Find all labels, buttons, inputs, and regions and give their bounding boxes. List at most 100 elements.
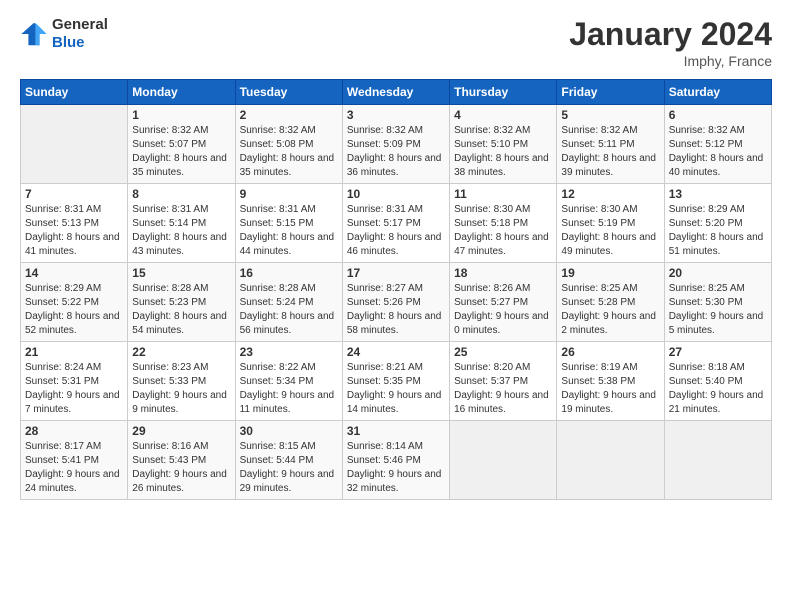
day-cell: 19Sunrise: 8:25 AMSunset: 5:28 PMDayligh… [557, 263, 664, 342]
day-number: 28 [25, 424, 123, 438]
day-number: 4 [454, 108, 552, 122]
day-cell: 21 Sunrise: 8:24 AMSunset: 5:31 PMDayligh… [21, 342, 128, 421]
day-info: Sunrise: 8:22 AMSunset: 5:34 PMDaylight:… [240, 361, 338, 417]
day-number: 14 [25, 266, 123, 280]
day-info: Sunrise: 8:26 AMSunset: 5:27 PMDaylight:… [454, 282, 552, 338]
day-cell: 2Sunrise: 8:32 AMSunset: 5:08 PMDaylight… [235, 105, 342, 184]
week-row-3: 14 Sunrise: 8:29 AMSunset: 5:22 PMDayligh… [21, 263, 772, 342]
day-info: Sunrise: 8:31 AMSunset: 5:14 PMDaylight:… [132, 203, 230, 259]
month-title: January 2024 [569, 16, 772, 53]
day-number: 24 [347, 345, 445, 359]
day-info: Sunrise: 8:29 AMSunset: 5:20 PMDaylight:… [669, 203, 767, 259]
day-info: Sunrise: 8:18 AMSunset: 5:40 PMDaylight:… [669, 361, 767, 417]
day-number: 1 [132, 108, 230, 122]
day-cell: 25Sunrise: 8:20 AMSunset: 5:37 PMDayligh… [450, 342, 557, 421]
day-info: Sunrise: 8:19 AMSunset: 5:38 PMDaylight:… [561, 361, 659, 417]
day-number: 19 [561, 266, 659, 280]
logo-icon [20, 20, 48, 48]
day-info: Sunrise: 8:31 AMSunset: 5:17 PMDaylight:… [347, 203, 445, 259]
day-info: Sunrise: 8:29 AMSunset: 5:22 PMDaylight:… [25, 282, 123, 338]
day-cell: 8 Sunrise: 8:31 AMSunset: 5:14 PMDaylight… [128, 184, 235, 263]
day-cell: 17 Sunrise: 8:27 AMSunset: 5:26 PMDayligh… [342, 263, 449, 342]
logo-text: General Blue [52, 16, 108, 52]
day-number: 12 [561, 187, 659, 201]
day-number: 20 [669, 266, 767, 280]
day-number: 13 [669, 187, 767, 201]
day-number: 18 [454, 266, 552, 280]
day-info: Sunrise: 8:14 AMSunset: 5:46 PMDaylight:… [347, 440, 445, 496]
day-number: 7 [25, 187, 123, 201]
day-number: 21 [25, 345, 123, 359]
day-number: 2 [240, 108, 338, 122]
day-number: 10 [347, 187, 445, 201]
day-cell: 5Sunrise: 8:32 AMSunset: 5:11 PMDaylight… [557, 105, 664, 184]
day-cell: 9 Sunrise: 8:31 AMSunset: 5:15 PMDaylight… [235, 184, 342, 263]
day-cell: 1 Sunrise: 8:32 AMSunset: 5:07 PMDaylight… [128, 105, 235, 184]
day-info: Sunrise: 8:28 AMSunset: 5:23 PMDaylight:… [132, 282, 230, 338]
location: Imphy, France [569, 53, 772, 69]
day-number: 9 [240, 187, 338, 201]
week-row-5: 28 Sunrise: 8:17 AMSunset: 5:41 PMDayligh… [21, 421, 772, 500]
day-info: Sunrise: 8:31 AMSunset: 5:15 PMDaylight:… [240, 203, 338, 259]
day-cell: 6 Sunrise: 8:32 AMSunset: 5:12 PMDaylight… [664, 105, 771, 184]
day-info: Sunrise: 8:15 AMSunset: 5:44 PMDaylight:… [240, 440, 338, 496]
col-sunday: Sunday [21, 80, 128, 105]
col-tuesday: Tuesday [235, 80, 342, 105]
day-info: Sunrise: 8:32 AMSunset: 5:12 PMDaylight:… [669, 124, 767, 180]
col-friday: Friday [557, 80, 664, 105]
day-cell: 22Sunrise: 8:23 AMSunset: 5:33 PMDayligh… [128, 342, 235, 421]
day-cell: 24Sunrise: 8:21 AMSunset: 5:35 PMDayligh… [342, 342, 449, 421]
day-number: 17 [347, 266, 445, 280]
day-cell: 11 Sunrise: 8:30 AMSunset: 5:18 PMDayligh… [450, 184, 557, 263]
day-number: 26 [561, 345, 659, 359]
day-info: Sunrise: 8:28 AMSunset: 5:24 PMDaylight:… [240, 282, 338, 338]
week-row-4: 21 Sunrise: 8:24 AMSunset: 5:31 PMDayligh… [21, 342, 772, 421]
week-row-2: 7 Sunrise: 8:31 AMSunset: 5:13 PMDaylight… [21, 184, 772, 263]
day-info: Sunrise: 8:32 AMSunset: 5:10 PMDaylight:… [454, 124, 552, 180]
day-number: 15 [132, 266, 230, 280]
day-number: 23 [240, 345, 338, 359]
title-area: January 2024 Imphy, France [569, 16, 772, 69]
day-info: Sunrise: 8:25 AMSunset: 5:30 PMDaylight:… [669, 282, 767, 338]
day-cell: 18 Sunrise: 8:26 AMSunset: 5:27 PMDayligh… [450, 263, 557, 342]
day-cell [664, 421, 771, 500]
day-info: Sunrise: 8:32 AMSunset: 5:07 PMDaylight:… [132, 124, 230, 180]
day-number: 8 [132, 187, 230, 201]
day-cell: 12 Sunrise: 8:30 AMSunset: 5:19 PMDayligh… [557, 184, 664, 263]
day-info: Sunrise: 8:27 AMSunset: 5:26 PMDaylight:… [347, 282, 445, 338]
day-cell: 3Sunrise: 8:32 AMSunset: 5:09 PMDaylight… [342, 105, 449, 184]
day-number: 31 [347, 424, 445, 438]
page: General Blue January 2024 Imphy, France … [0, 0, 792, 510]
day-cell: 13 Sunrise: 8:29 AMSunset: 5:20 PMDayligh… [664, 184, 771, 263]
day-number: 30 [240, 424, 338, 438]
day-cell: 31 Sunrise: 8:14 AMSunset: 5:46 PMDayligh… [342, 421, 449, 500]
day-cell: 30 Sunrise: 8:15 AMSunset: 5:44 PMDayligh… [235, 421, 342, 500]
day-number: 6 [669, 108, 767, 122]
header-row: Sunday Monday Tuesday Wednesday Thursday… [21, 80, 772, 105]
day-cell [21, 105, 128, 184]
day-cell: 7 Sunrise: 8:31 AMSunset: 5:13 PMDaylight… [21, 184, 128, 263]
col-monday: Monday [128, 80, 235, 105]
day-info: Sunrise: 8:17 AMSunset: 5:41 PMDaylight:… [25, 440, 123, 496]
day-number: 16 [240, 266, 338, 280]
day-cell [557, 421, 664, 500]
week-row-1: 1 Sunrise: 8:32 AMSunset: 5:07 PMDaylight… [21, 105, 772, 184]
col-saturday: Saturday [664, 80, 771, 105]
day-cell: 29Sunrise: 8:16 AMSunset: 5:43 PMDayligh… [128, 421, 235, 500]
day-info: Sunrise: 8:30 AMSunset: 5:19 PMDaylight:… [561, 203, 659, 259]
header: General Blue January 2024 Imphy, France [20, 16, 772, 69]
calendar-table: Sunday Monday Tuesday Wednesday Thursday… [20, 79, 772, 500]
col-wednesday: Wednesday [342, 80, 449, 105]
day-cell: 4 Sunrise: 8:32 AMSunset: 5:10 PMDaylight… [450, 105, 557, 184]
day-number: 11 [454, 187, 552, 201]
day-cell: 14 Sunrise: 8:29 AMSunset: 5:22 PMDayligh… [21, 263, 128, 342]
day-info: Sunrise: 8:24 AMSunset: 5:31 PMDaylight:… [25, 361, 123, 417]
day-cell: 23 Sunrise: 8:22 AMSunset: 5:34 PMDayligh… [235, 342, 342, 421]
day-info: Sunrise: 8:30 AMSunset: 5:18 PMDaylight:… [454, 203, 552, 259]
calendar-body: 1 Sunrise: 8:32 AMSunset: 5:07 PMDaylight… [21, 105, 772, 500]
day-cell: 15 Sunrise: 8:28 AMSunset: 5:23 PMDayligh… [128, 263, 235, 342]
day-cell [450, 421, 557, 500]
day-info: Sunrise: 8:31 AMSunset: 5:13 PMDaylight:… [25, 203, 123, 259]
day-cell: 27Sunrise: 8:18 AMSunset: 5:40 PMDayligh… [664, 342, 771, 421]
day-cell: 20 Sunrise: 8:25 AMSunset: 5:30 PMDayligh… [664, 263, 771, 342]
